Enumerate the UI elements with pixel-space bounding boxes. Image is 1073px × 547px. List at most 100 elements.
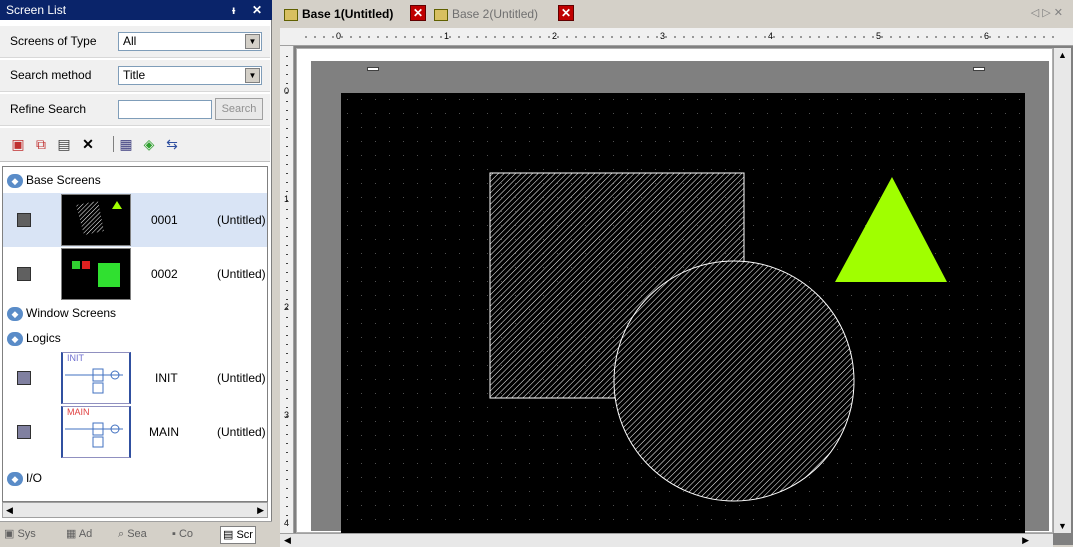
ruler-tick bbox=[286, 110, 288, 111]
logic-icon bbox=[17, 425, 31, 439]
scroll-left-icon[interactable]: ◀ bbox=[6, 505, 13, 516]
tree-item-base-0002[interactable]: 0002 (Untitled) bbox=[3, 247, 267, 301]
canvas-area[interactable] bbox=[296, 48, 1053, 533]
folder-icon: ◆ bbox=[7, 306, 23, 321]
ruler-tick bbox=[286, 182, 288, 183]
ruler-tick bbox=[286, 515, 288, 516]
close-tab-base-2-icon[interactable]: ✕ bbox=[558, 5, 574, 21]
screens-of-type-label: Screens of Type bbox=[10, 34, 97, 48]
tab-base-1[interactable]: Base 1(Untitled) bbox=[284, 4, 393, 24]
editor-vertical-scrollbar[interactable]: ▲ ▼ bbox=[1053, 48, 1071, 533]
resize-handle[interactable] bbox=[367, 67, 379, 71]
ruler-tick bbox=[286, 470, 288, 471]
delete-icon[interactable]: ✕ bbox=[80, 136, 96, 152]
toolbar-divider bbox=[113, 136, 114, 152]
ruler-tick bbox=[286, 398, 288, 399]
base-screen-canvas[interactable] bbox=[341, 93, 1025, 533]
paste-screen-icon[interactable]: ▤ bbox=[56, 136, 72, 152]
ruler-tick bbox=[286, 272, 288, 273]
screen-toolbar: ▣ ⧉ ▤ ✕ ▦ ◈ ⇆ bbox=[0, 128, 270, 162]
scroll-right-icon[interactable]: ▶ bbox=[257, 505, 264, 516]
ruler-tick bbox=[286, 335, 288, 336]
ruler-tick bbox=[286, 92, 288, 93]
screen-transfer-icon[interactable]: ⇆ bbox=[164, 136, 180, 152]
tree-item-logic-main[interactable]: MAIN MAIN (Untitled) bbox=[3, 405, 267, 459]
logic-title: (Untitled) bbox=[217, 425, 266, 439]
ruler-tick bbox=[286, 371, 288, 372]
panel-tab-strip: ▣ Sys ▦ Ad ⌕ Sea ▪ Co ▤ Scr bbox=[0, 521, 272, 545]
panel-titlebar: Screen List ᵻ ✕ bbox=[0, 0, 272, 20]
ruler-tick bbox=[286, 290, 288, 291]
ruler-tick bbox=[286, 218, 288, 219]
ruler-tick bbox=[286, 200, 288, 201]
screens-of-type-select[interactable]: All ▼ bbox=[118, 32, 262, 51]
resize-handle[interactable] bbox=[973, 67, 985, 71]
screen-thumbnail bbox=[61, 248, 131, 300]
vertical-ruler: 0 1 2 3 4 bbox=[280, 46, 294, 545]
search-button[interactable]: Search bbox=[215, 98, 263, 120]
tab-system[interactable]: ▣ Sys bbox=[4, 526, 36, 544]
logic-title: (Untitled) bbox=[217, 371, 266, 385]
ruler-tick bbox=[286, 488, 288, 489]
new-screen-icon[interactable]: ▣ bbox=[10, 136, 26, 152]
ruler-tick bbox=[286, 380, 288, 381]
scroll-up-icon[interactable]: ▲ bbox=[1058, 50, 1067, 60]
screen-number: 0001 bbox=[151, 213, 178, 227]
ruler-tick bbox=[286, 191, 288, 192]
search-method-select[interactable]: Title ▼ bbox=[118, 66, 262, 85]
horizontal-ruler: 0 1 2 3 4 5 6 bbox=[280, 28, 1073, 46]
screen-list-panel: Screen List ᵻ ✕ Screens of Type All ▼ Se… bbox=[0, 0, 272, 545]
screen-title: (Untitled) bbox=[217, 213, 266, 227]
tree-item-base-0001[interactable]: 0001 (Untitled) bbox=[3, 193, 267, 247]
tab-address[interactable]: ▦ Ad bbox=[66, 526, 92, 544]
scroll-right-icon[interactable]: ▶ bbox=[1022, 535, 1029, 546]
ruler-tick bbox=[286, 407, 288, 408]
refine-search-row: Refine Search Search bbox=[0, 94, 270, 126]
chevron-down-icon[interactable]: ▼ bbox=[245, 68, 260, 83]
search-method-row: Search method Title ▼ bbox=[0, 60, 270, 92]
folder-icon: ◆ bbox=[7, 471, 23, 486]
screen-properties-icon[interactable]: ▦ bbox=[118, 136, 134, 152]
close-tab-base-1-icon[interactable]: ✕ bbox=[410, 5, 426, 21]
scroll-left-icon[interactable]: ◀ bbox=[284, 535, 291, 546]
folder-icon: ◆ bbox=[7, 173, 23, 188]
color-palette-icon[interactable]: ◈ bbox=[141, 136, 157, 152]
tab-base-2[interactable]: Base 2(Untitled) bbox=[434, 4, 538, 24]
scroll-down-icon[interactable]: ▼ bbox=[1058, 521, 1067, 531]
tree-group-base-screens[interactable]: ◆ Base Screens bbox=[7, 171, 101, 189]
ruler-tick bbox=[286, 227, 288, 228]
screens-of-type-row: Screens of Type All ▼ bbox=[0, 26, 270, 58]
tree-group-io[interactable]: ◆ I/O bbox=[7, 469, 42, 487]
logic-name: MAIN bbox=[149, 425, 179, 439]
document-tab-bar: Base 1(Untitled) ✕ Base 2(Untitled) ✕ ◁ … bbox=[276, 0, 1073, 28]
ruler-tick bbox=[286, 263, 288, 264]
tree-group-logics[interactable]: ◆ Logics bbox=[7, 329, 61, 347]
ruler-tick bbox=[286, 479, 288, 480]
screen-title: (Untitled) bbox=[217, 267, 266, 281]
ruler-tick bbox=[286, 65, 288, 66]
tab-screen-list[interactable]: ▤ Scr bbox=[220, 526, 256, 544]
ruler-tick bbox=[286, 245, 288, 246]
ruler-tick bbox=[286, 317, 288, 318]
refine-search-label: Refine Search bbox=[10, 102, 87, 116]
refine-search-input[interactable] bbox=[118, 100, 212, 119]
ruler-tick bbox=[286, 281, 288, 282]
logic-name: INIT bbox=[155, 371, 178, 385]
tab-navigation[interactable]: ◁ ▷ ✕ bbox=[1031, 6, 1063, 19]
ruler-tick bbox=[286, 101, 288, 102]
tab-common[interactable]: ▪ Co bbox=[172, 526, 193, 544]
pin-icon[interactable]: ᵻ bbox=[232, 0, 235, 20]
search-method-label: Search method bbox=[10, 68, 92, 82]
tree-horizontal-scrollbar[interactable]: ◀ ▶ bbox=[2, 502, 268, 518]
copy-screen-icon[interactable]: ⧉ bbox=[33, 136, 49, 152]
ruler-tick bbox=[286, 146, 288, 147]
tab-search[interactable]: ⌕ Sea bbox=[118, 526, 147, 544]
ruler-tick bbox=[286, 497, 288, 498]
chevron-down-icon[interactable]: ▼ bbox=[245, 34, 260, 49]
ruler-tick bbox=[286, 164, 288, 165]
close-panel-icon[interactable]: ✕ bbox=[252, 0, 262, 20]
tree-item-logic-init[interactable]: INIT INIT (Untitled) bbox=[3, 351, 267, 405]
screens-of-type-value: All bbox=[123, 34, 137, 48]
tree-group-window-screens[interactable]: ◆ Window Screens bbox=[7, 304, 116, 322]
ruler-tick bbox=[286, 434, 288, 435]
